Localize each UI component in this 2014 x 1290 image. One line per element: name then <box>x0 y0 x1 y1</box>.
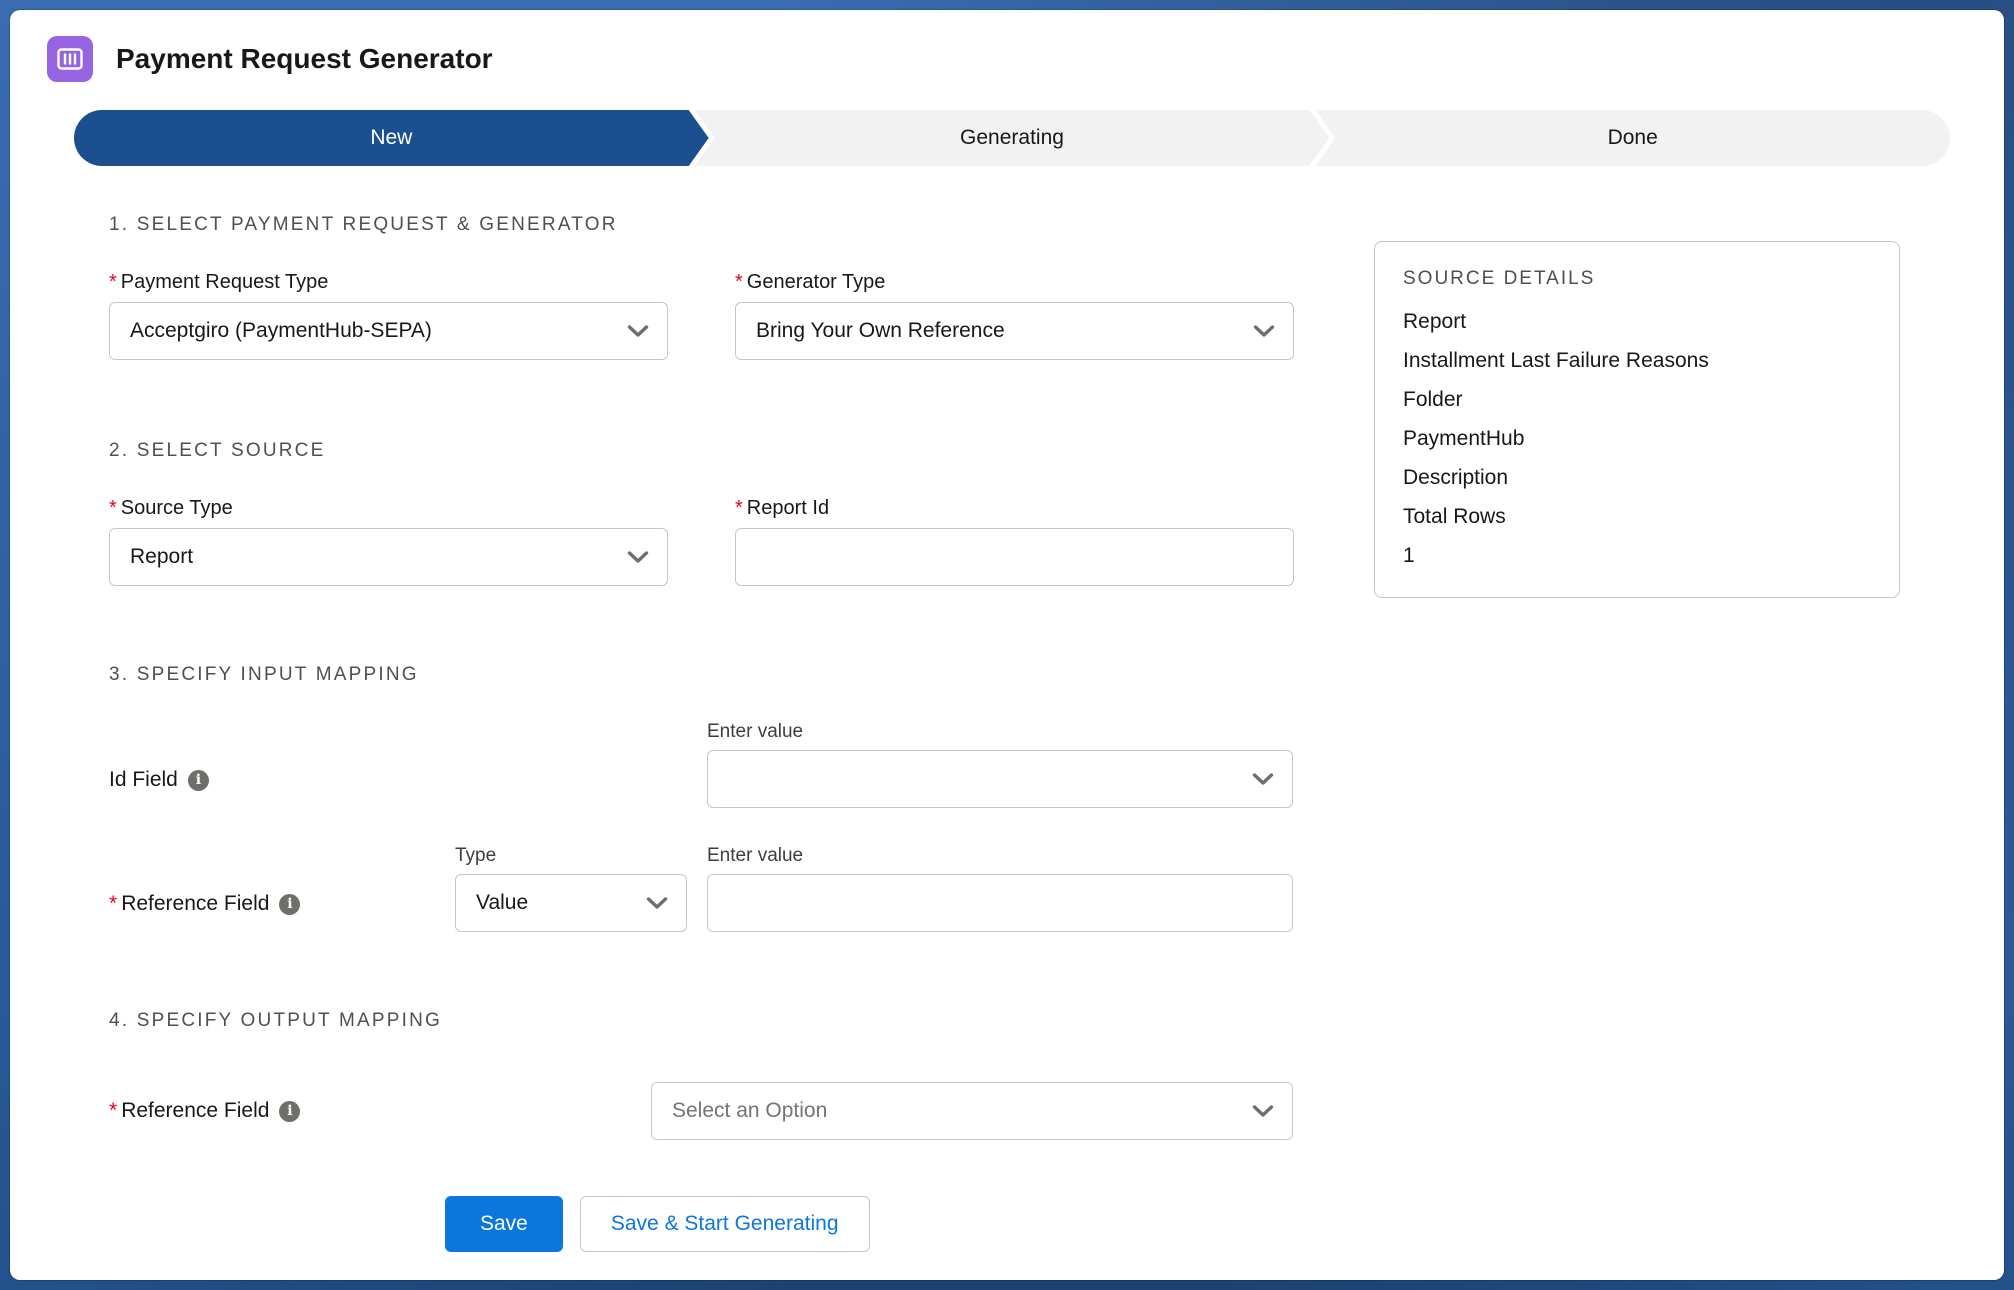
reference-type-cell: Type Value <box>455 844 687 932</box>
generator-type-label: *Generator Type <box>735 270 1294 294</box>
source-details-line: Installment Last Failure Reasons <box>1403 341 1871 380</box>
output-reference-field-label: *Reference Fieldi <box>109 1099 651 1123</box>
info-icon[interactable]: i <box>279 894 300 915</box>
source-details-line: Total Rows <box>1403 497 1871 536</box>
info-icon[interactable]: i <box>279 1101 300 1122</box>
output-reference-combobox[interactable]: Select an Option <box>651 1082 1293 1140</box>
path-stage-new[interactable]: New <box>74 110 709 166</box>
source-details-line: Folder <box>1403 380 1871 419</box>
required-asterisk: * <box>735 497 743 519</box>
path-stage-done[interactable]: Done <box>1315 110 1950 166</box>
reference-value-cell: Enter value <box>707 844 1293 932</box>
section1-heading: 1. SELECT PAYMENT REQUEST & GENERATOR <box>109 214 1950 236</box>
path-stage-generating[interactable]: Generating <box>695 110 1330 166</box>
header: Payment Request Generator <box>47 36 1950 82</box>
report-id-input[interactable] <box>735 528 1294 586</box>
source-details-panel: SOURCE DETAILS Report Installment Last F… <box>1374 241 1900 598</box>
section4-heading: 4. SPECIFY OUTPUT MAPPING <box>109 1010 1950 1032</box>
reference-value-input[interactable] <box>707 874 1293 932</box>
save-and-start-generating-button[interactable]: Save & Start Generating <box>580 1196 870 1252</box>
chevron-down-icon <box>1253 325 1275 338</box>
payment-request-type-value: Acceptgiro (PaymentHub-SEPA) <box>130 319 432 343</box>
page-title: Payment Request Generator <box>116 43 493 75</box>
abacus-icon <box>57 46 83 72</box>
id-field-value-combobox[interactable] <box>707 750 1293 808</box>
output-reference-placeholder: Select an Option <box>672 1099 827 1123</box>
reference-type-value: Value <box>476 891 528 915</box>
chevron-down-icon <box>1252 773 1274 786</box>
source-details-line: Report <box>1403 302 1871 341</box>
source-details-heading: SOURCE DETAILS <box>1403 268 1871 290</box>
report-id-field: *Report Id <box>735 496 1294 586</box>
source-type-combobox[interactable]: Report <box>109 528 668 586</box>
form-actions: Save Save & Start Generating <box>445 1196 1950 1252</box>
generator-app-icon <box>47 36 93 82</box>
source-type-label: *Source Type <box>109 496 668 520</box>
generator-type-field: *Generator Type Bring Your Own Reference <box>735 270 1294 360</box>
id-field-label: Id Fieldi <box>109 768 707 808</box>
source-type-value: Report <box>130 545 193 569</box>
info-icon[interactable]: i <box>188 770 209 791</box>
input-reference-field-label: *Reference Fieldi <box>109 892 455 932</box>
input-reference-field-row: *Reference Fieldi Type Value Enter value <box>109 844 1950 932</box>
required-asterisk: * <box>109 271 117 293</box>
save-button[interactable]: Save <box>445 1196 563 1252</box>
chevron-down-icon <box>627 325 649 338</box>
id-field-row: Id Fieldi Enter value <box>109 720 1950 808</box>
report-id-label: *Report Id <box>735 496 1294 520</box>
reference-type-combobox[interactable]: Value <box>455 874 687 932</box>
progress-path: New Generating Done <box>74 110 1950 166</box>
chevron-down-icon <box>1252 1105 1274 1118</box>
source-type-field: *Source Type Report <box>109 496 668 586</box>
payment-request-generator-card: Payment Request Generator New Generating… <box>10 10 2004 1280</box>
generator-type-combobox[interactable]: Bring Your Own Reference <box>735 302 1294 360</box>
id-field-enter-value-label: Enter value <box>707 720 1293 744</box>
generator-type-value: Bring Your Own Reference <box>756 319 1005 343</box>
source-details-line: PaymentHub <box>1403 419 1871 458</box>
section3-heading: 3. SPECIFY INPUT MAPPING <box>109 664 1950 686</box>
required-asterisk: * <box>109 1099 117 1122</box>
reference-type-label: Type <box>455 844 687 868</box>
reference-enter-value-label: Enter value <box>707 844 1293 868</box>
chevron-down-icon <box>646 897 668 910</box>
payment-request-type-field: *Payment Request Type Acceptgiro (Paymen… <box>109 270 668 360</box>
payment-request-type-label: *Payment Request Type <box>109 270 668 294</box>
payment-request-type-combobox[interactable]: Acceptgiro (PaymentHub-SEPA) <box>109 302 668 360</box>
source-details-line: Description <box>1403 458 1871 497</box>
id-field-value-cell: Enter value <box>707 720 1293 808</box>
required-asterisk: * <box>109 892 117 915</box>
required-asterisk: * <box>735 271 743 293</box>
required-asterisk: * <box>109 497 117 519</box>
source-details-line: 1 <box>1403 536 1871 575</box>
output-reference-field-row: *Reference Fieldi Select an Option <box>109 1082 1950 1140</box>
chevron-down-icon <box>627 551 649 564</box>
